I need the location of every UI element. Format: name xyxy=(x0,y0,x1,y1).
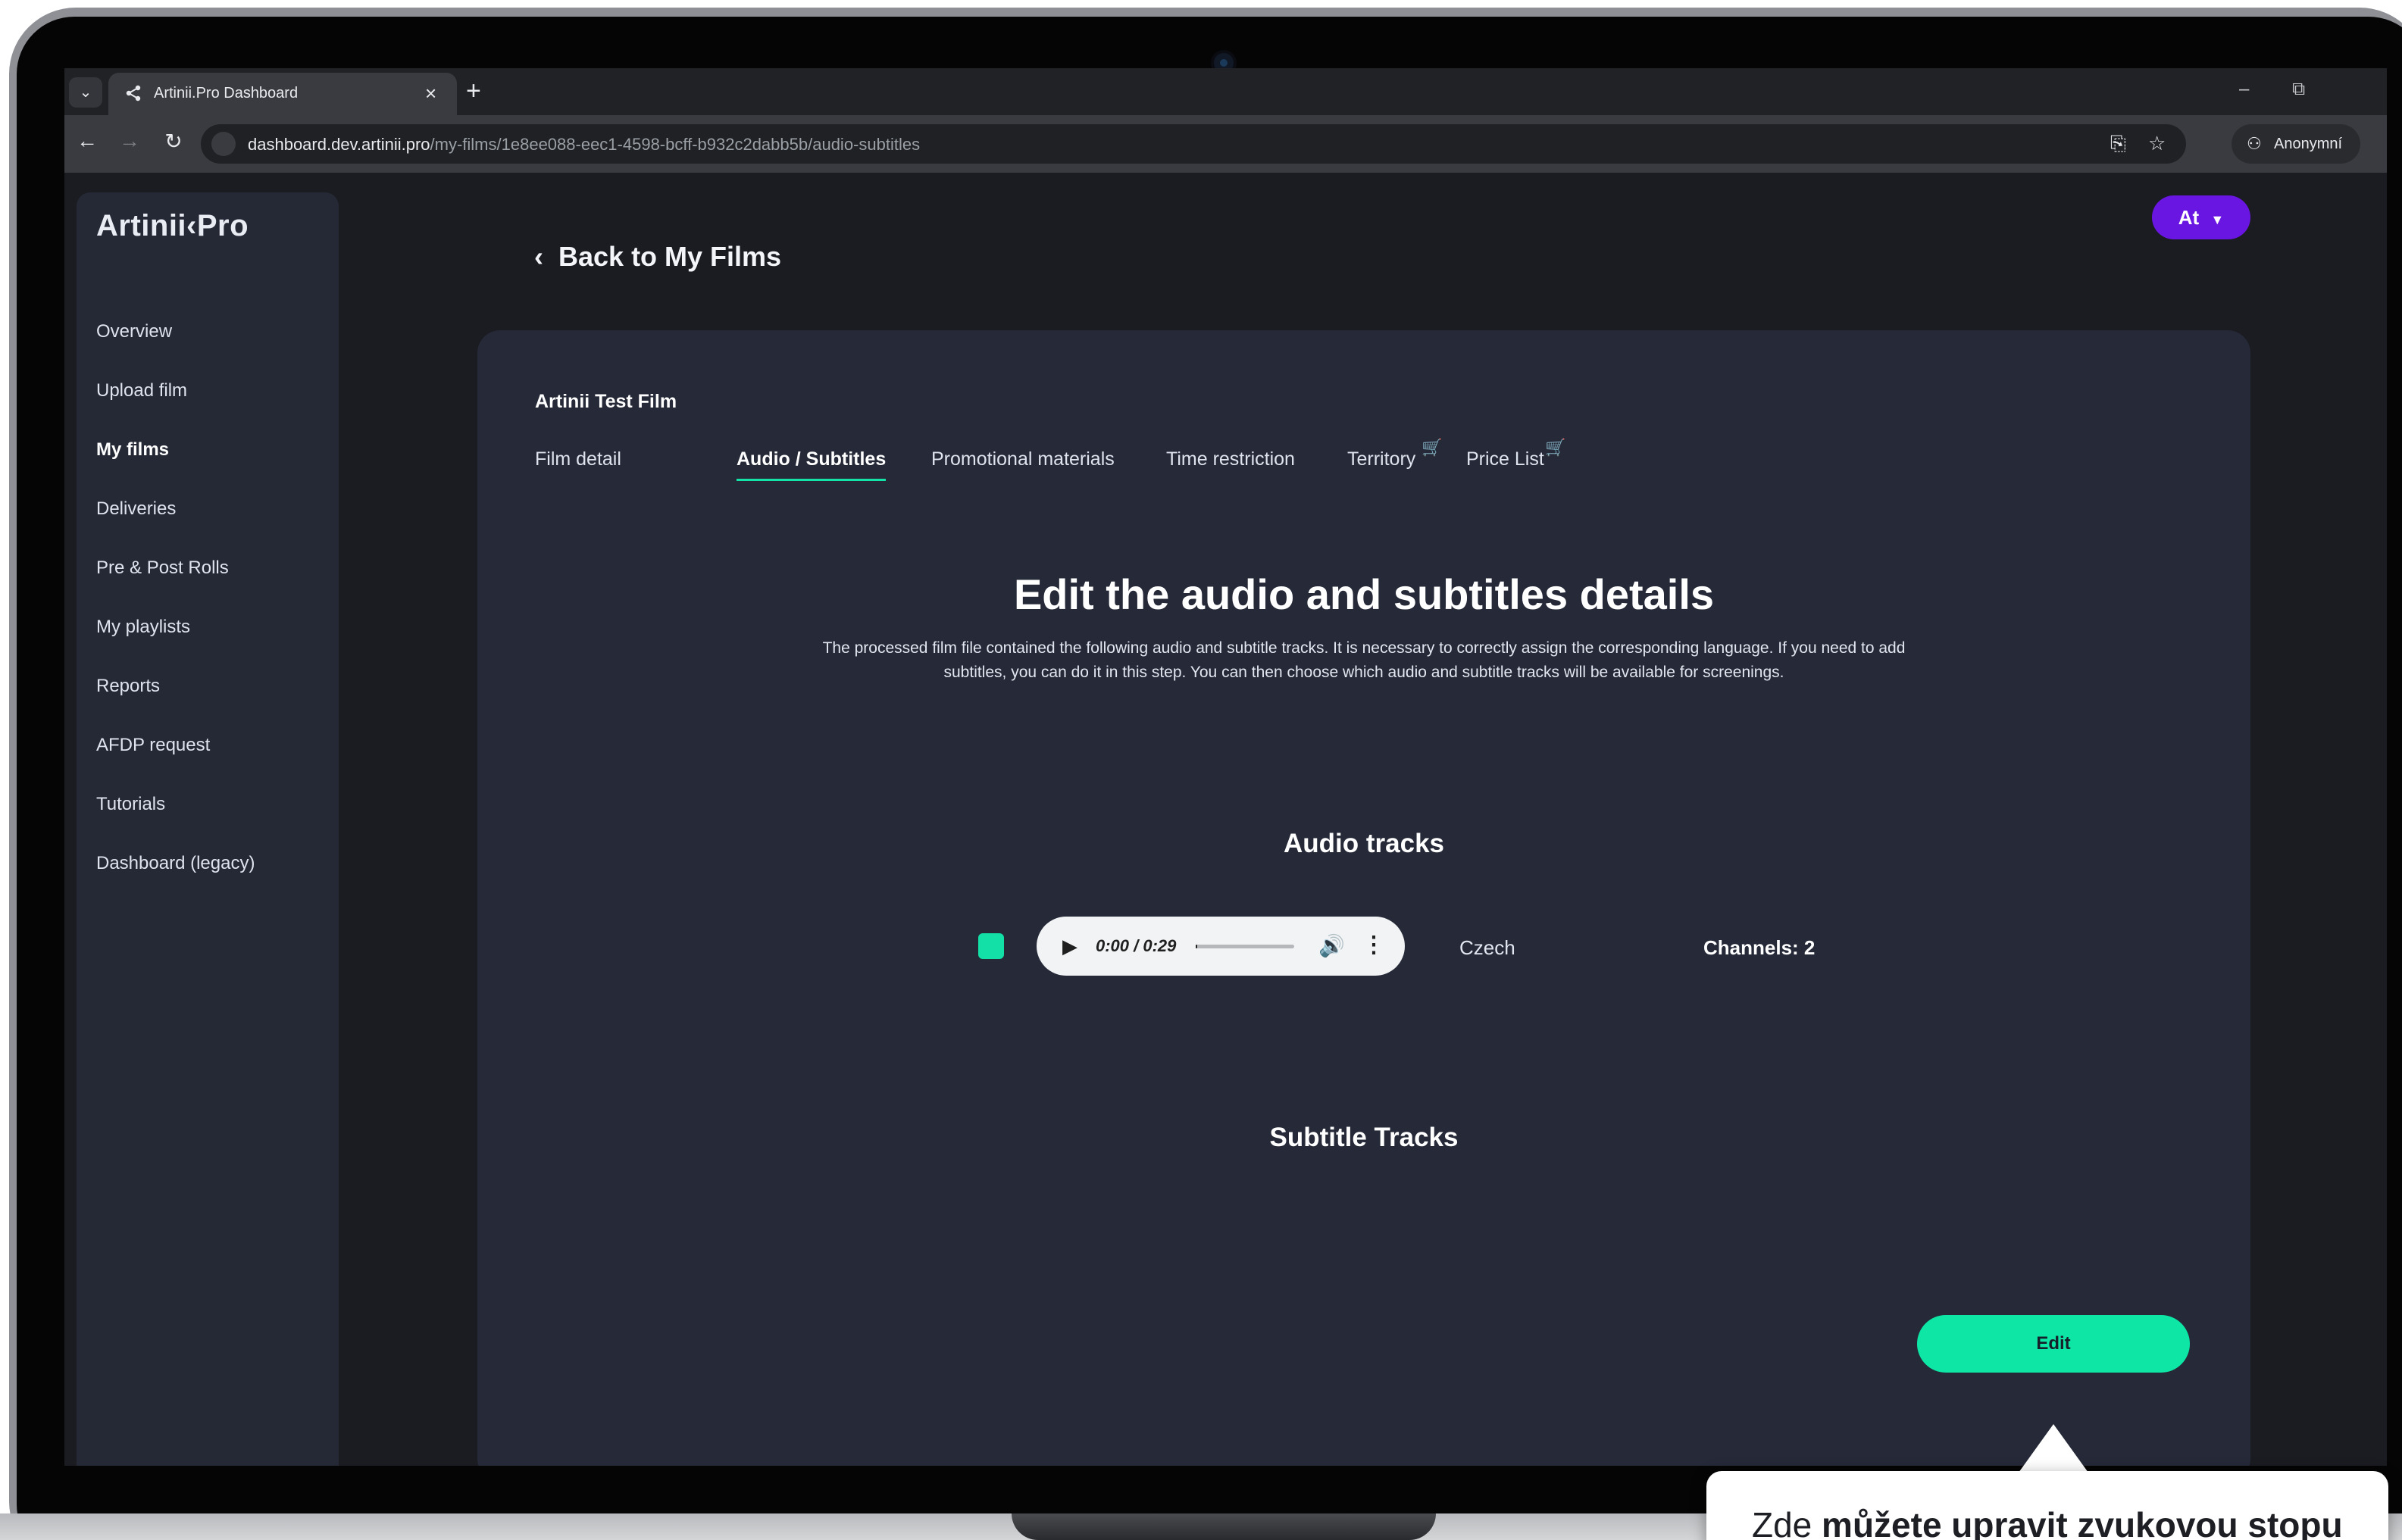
user-initials: At xyxy=(2178,206,2200,229)
back-link-label: Back to My Films xyxy=(558,241,782,272)
chevron-left-icon: ‹ xyxy=(534,241,543,272)
app-logo[interactable]: Artinii‹Pro xyxy=(96,209,249,243)
tooltip-arrow xyxy=(2019,1424,2088,1473)
audio-player[interactable]: ▶ 0:00 / 0:29 🔊 ⋮ xyxy=(1037,917,1405,976)
film-card: Artinii Test Film Film detail Audio / Su… xyxy=(477,330,2250,1466)
close-icon[interactable]: × xyxy=(425,82,436,105)
tab-territory[interactable]: Territory 🛒 xyxy=(1347,438,1442,470)
cart-icon: 🛒 xyxy=(1545,438,1566,457)
volume-icon[interactable]: 🔊 xyxy=(1318,933,1345,958)
tab-price-list[interactable]: Price List 🛒 xyxy=(1466,438,1565,470)
tab-title: Artinii.Pro Dashboard xyxy=(154,85,299,102)
site-info-icon[interactable] xyxy=(211,132,236,156)
tab-time-restriction[interactable]: Time restriction xyxy=(1166,448,1295,470)
reload-icon[interactable]: ↻ xyxy=(158,129,189,154)
address-bar[interactable]: dashboard.dev.artinii.pro/my-films/1e8ee… xyxy=(201,124,2186,164)
restore-icon[interactable]: ⧉ xyxy=(2292,79,2305,100)
browser-tab[interactable]: Artinii.Pro Dashboard × xyxy=(108,73,457,115)
sidebar-item-my-playlists[interactable]: My playlists xyxy=(96,617,190,638)
description-line-2: subtitles, you can do it in this step. Y… xyxy=(943,664,1784,681)
tab-audio-subtitles[interactable]: Audio / Subtitles xyxy=(737,448,887,481)
browser-tabstrip: ⌄ Artinii.Pro Dashboard × + – ⧉ xyxy=(64,68,2387,115)
incognito-icon: ⚇ xyxy=(2247,134,2262,153)
incognito-profile-chip[interactable]: ⚇ Anonymní xyxy=(2232,124,2360,164)
share-icon xyxy=(126,85,141,102)
sidebar-item-tutorials[interactable]: Tutorials xyxy=(96,794,165,815)
tab-promotional-materials[interactable]: Promotional materials xyxy=(931,448,1115,470)
sidebar-item-afdp-request[interactable]: AFDP request xyxy=(96,735,210,756)
profile-label: Anonymní xyxy=(2274,136,2343,152)
tab-price-list-label: Price List xyxy=(1466,448,1544,470)
sidebar: Artinii‹Pro Overview Upload film My film… xyxy=(77,192,339,1466)
minimize-icon[interactable]: – xyxy=(2239,79,2249,100)
tab-search-chevron-icon[interactable]: ⌄ xyxy=(69,77,102,108)
laptop-hinge xyxy=(1012,1513,1436,1540)
sidebar-item-overview[interactable]: Overview xyxy=(96,321,172,342)
page-description: The processed film file contained the fo… xyxy=(773,636,1955,685)
audio-tracks-heading: Audio tracks xyxy=(1284,829,1444,858)
play-icon[interactable]: ▶ xyxy=(1062,935,1077,958)
more-options-icon[interactable]: ⋮ xyxy=(1362,932,1385,958)
track-language: Czech xyxy=(1459,936,1515,959)
translate-icon[interactable]: ⎘ xyxy=(2110,132,2126,156)
screen: ⌄ Artinii.Pro Dashboard × + – ⧉ ← → ↻ da… xyxy=(64,68,2387,1466)
app-viewport: Artinii‹Pro Overview Upload film My film… xyxy=(64,173,2387,1466)
caret-down-icon: ▼ xyxy=(2210,212,2225,227)
tab-film-detail[interactable]: Film detail xyxy=(535,448,621,470)
edit-button[interactable]: Edit xyxy=(1917,1315,2190,1373)
seek-bar[interactable] xyxy=(1196,945,1294,948)
new-tab-plus-icon[interactable]: + xyxy=(466,76,481,106)
cart-icon: 🛒 xyxy=(1421,438,1443,457)
url-text: dashboard.dev.artinii.pro/my-films/1e8ee… xyxy=(248,135,921,154)
player-time: 0:00 / 0:29 xyxy=(1096,936,1177,955)
browser-toolbar: ← → ↻ dashboard.dev.artinii.pro/my-films… xyxy=(64,115,2387,173)
back-to-my-films-link[interactable]: ‹ Back to My Films xyxy=(534,241,781,273)
track-channels: Channels: 2 xyxy=(1703,936,1816,959)
tooltip-text: Zde můžete upravit zvukovou stopu xyxy=(1752,1505,2343,1540)
page-heading: Edit the audio and subtitles details xyxy=(1013,570,1715,618)
forward-arrow-icon[interactable]: → xyxy=(114,129,145,153)
sidebar-item-deliveries[interactable]: Deliveries xyxy=(96,498,176,520)
sidebar-item-pre-post-rolls[interactable]: Pre & Post Rolls xyxy=(96,558,229,579)
tooltip-bubble: Zde můžete upravit zvukovou stopu xyxy=(1706,1471,2388,1540)
track-color-swatch xyxy=(978,933,1004,959)
sidebar-item-reports[interactable]: Reports xyxy=(96,676,160,697)
subtitle-tracks-heading: Subtitle Tracks xyxy=(1269,1123,1459,1152)
user-menu-button[interactable]: At ▼ xyxy=(2152,195,2250,239)
seek-bar-fill xyxy=(1196,945,1197,948)
film-title: Artinii Test Film xyxy=(535,391,677,412)
sidebar-item-my-films[interactable]: My films xyxy=(96,439,169,461)
device-stage: ⌄ Artinii.Pro Dashboard × + – ⧉ ← → ↻ da… xyxy=(0,0,2402,1540)
description-line-1: The processed film file contained the fo… xyxy=(822,639,1906,657)
star-icon[interactable]: ☆ xyxy=(2148,132,2166,155)
sidebar-item-dashboard-legacy[interactable]: Dashboard (legacy) xyxy=(96,853,255,874)
tab-territory-label: Territory xyxy=(1347,448,1416,470)
back-arrow-icon[interactable]: ← xyxy=(72,129,102,153)
sidebar-item-upload-film[interactable]: Upload film xyxy=(96,380,187,401)
